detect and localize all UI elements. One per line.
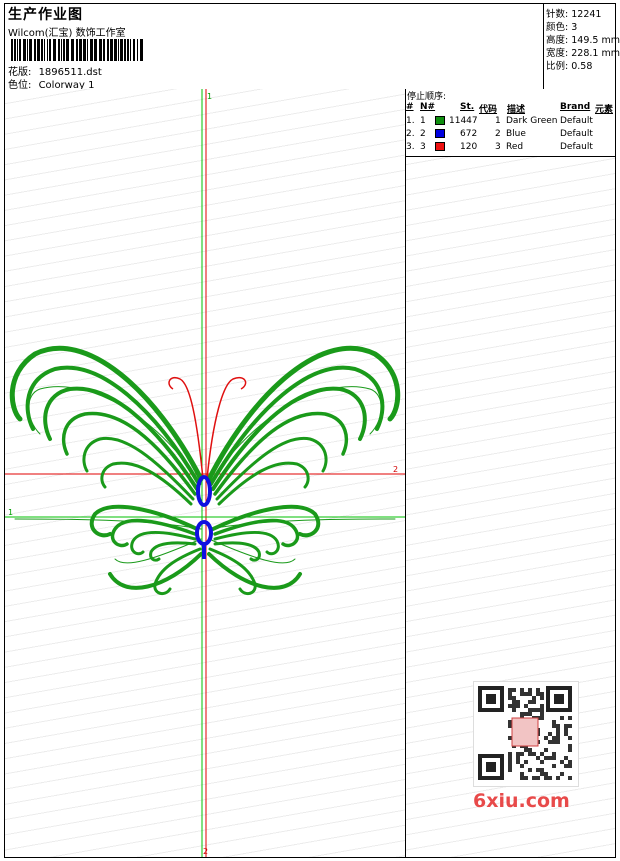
row-index: 3. xyxy=(406,142,415,152)
row-brand: Default xyxy=(560,129,593,139)
page-title: 生产作业图 xyxy=(8,7,83,23)
marker-top: 1 xyxy=(207,92,212,101)
design-canvas: 1 2 1 2 xyxy=(5,89,406,857)
marker-left: 1 xyxy=(8,508,13,517)
body-blue xyxy=(195,475,213,559)
stat-height: 高度: 149.5 mm xyxy=(546,35,620,46)
stat-stitches: 针数: 12241 xyxy=(546,9,602,20)
row-code: 3 xyxy=(495,142,501,152)
marker-bottom: 2 xyxy=(203,847,208,856)
color-swatch-red xyxy=(435,142,445,151)
col-st: St. xyxy=(460,102,475,112)
subtitle: Wilcom(汇宝) 数饰工作室 xyxy=(8,28,126,39)
row-brand: Default xyxy=(560,142,593,152)
color-swatch-green xyxy=(435,116,445,125)
row-stitches: 11447 xyxy=(449,116,478,126)
row-needle: 3 xyxy=(420,142,426,152)
row-index: 2. xyxy=(406,129,415,139)
row-desc: Red xyxy=(506,142,524,152)
stat-scale: 比例: 0.58 xyxy=(546,61,593,72)
row-index: 1. xyxy=(406,116,415,126)
col-hash: # xyxy=(406,102,414,112)
row-brand: Default xyxy=(560,116,593,126)
row-stitches: 120 xyxy=(460,142,478,152)
header: 生产作业图 Wilcom(汇宝) 数饰工作室 花版: 1896511.dst 色… xyxy=(5,4,620,91)
row-needle: 2 xyxy=(420,129,426,139)
watermark-brand: 6xiu.com xyxy=(473,790,570,812)
stats-panel: 针数: 12241 颜色: 3 高度: 149.5 mm 宽度: 228.1 m… xyxy=(543,4,620,89)
butterfly-design: 1 2 1 2 xyxy=(5,89,405,857)
col-brand: Brand xyxy=(560,102,591,112)
col-desc: 描述 xyxy=(507,105,526,115)
row-desc: Dark Green xyxy=(506,116,558,126)
marker-right: 2 xyxy=(393,465,398,474)
stop-sequence-table: 停止顺序: # N# St. 代码 描述 Brand 元素 1. 1 11447… xyxy=(406,89,615,157)
stat-colors: 颜色: 3 xyxy=(546,22,578,33)
col-code: 代码 xyxy=(479,105,498,115)
row-code: 1 xyxy=(495,116,501,126)
col-element: 元素 xyxy=(595,105,614,115)
row-stitches: 672 xyxy=(460,129,478,139)
stop-sequence-heading: 停止顺序: xyxy=(407,92,447,102)
row-code: 2 xyxy=(495,129,501,139)
qr-code xyxy=(473,681,579,787)
seal-logo xyxy=(511,717,539,747)
row-needle: 1 xyxy=(420,116,426,126)
color-swatch-blue xyxy=(435,129,445,138)
stat-width: 宽度: 228.1 mm xyxy=(546,48,620,59)
col-n: N# xyxy=(420,102,436,112)
barcode xyxy=(11,39,143,61)
row-desc: Blue xyxy=(506,129,526,139)
